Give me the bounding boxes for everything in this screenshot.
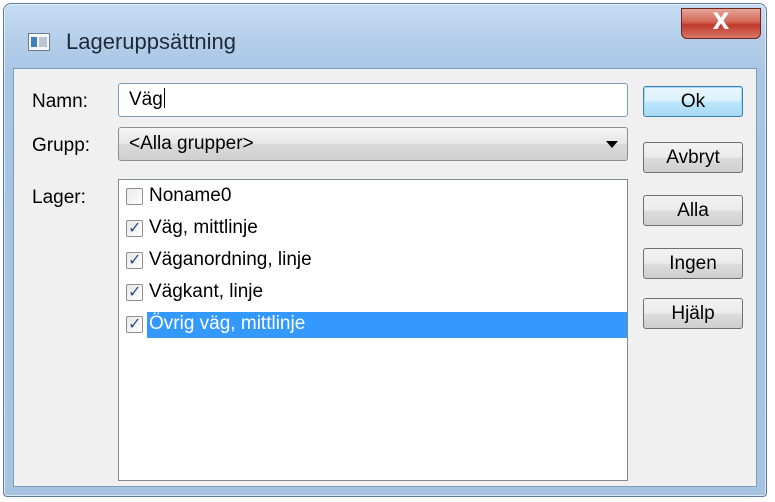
select-none-button[interactable]: Ingen (643, 248, 743, 279)
layers-label: Lager: (32, 187, 86, 208)
layer-item-label: Övrig väg, mittlinje (147, 312, 627, 338)
text-caret (163, 88, 165, 108)
name-input-value: Väg (129, 89, 163, 110)
layer-item-label: Väg, mittlinje (149, 217, 258, 238)
name-input[interactable]: Väg (118, 83, 628, 117)
layer-checkbox[interactable] (126, 282, 143, 301)
layer-checkbox[interactable] (126, 314, 143, 333)
window-icon (28, 33, 50, 51)
group-select[interactable]: <Alla grupper> (118, 127, 628, 161)
layer-item[interactable]: Vägkant, linje (125, 278, 627, 308)
group-select-value: <Alla grupper> (129, 133, 254, 154)
layer-item-label: Noname0 (149, 185, 232, 206)
layer-checkbox[interactable] (126, 218, 143, 237)
help-button[interactable]: Hjälp (643, 298, 743, 329)
name-label: Namn: (32, 91, 88, 112)
layer-item[interactable]: Noname0 (125, 182, 627, 212)
layer-item[interactable]: Övrig väg, mittlinje (125, 310, 627, 340)
layer-list[interactable]: Noname0 Väg, mittlinje Väganordning, lin… (118, 179, 628, 481)
layer-checkbox[interactable] (126, 250, 143, 269)
window-title: Lageruppsättning (66, 29, 237, 54)
close-button[interactable]: X (681, 8, 761, 39)
dropdown-arrow-icon[interactable] (606, 141, 618, 148)
group-label: Grupp: (32, 135, 91, 156)
layer-item[interactable]: Väganordning, linje (125, 246, 627, 276)
layer-item-label: Väganordning, linje (149, 249, 312, 270)
ok-button[interactable]: Ok (643, 86, 743, 117)
cancel-button[interactable]: Avbryt (643, 142, 743, 173)
layer-item-label: Vägkant, linje (149, 281, 264, 302)
layer-item[interactable]: Väg, mittlinje (125, 214, 627, 244)
layer-checkbox[interactable] (126, 188, 143, 205)
select-all-button[interactable]: Alla (643, 195, 743, 226)
